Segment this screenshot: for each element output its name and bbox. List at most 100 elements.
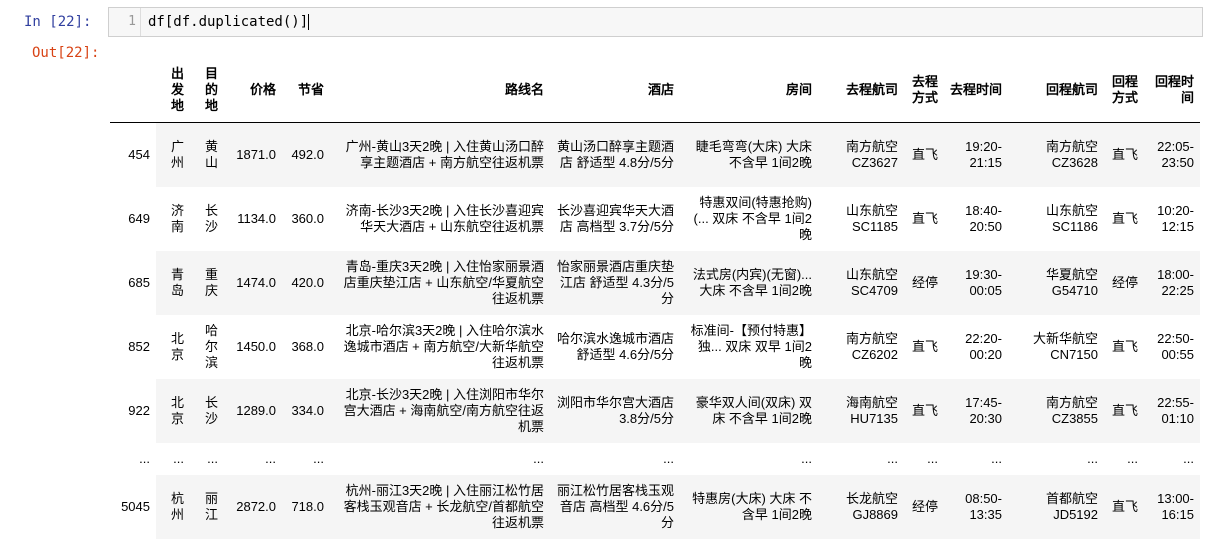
input-cell: In [22]: 1 df[df.duplicated()] (0, 0, 1205, 44)
cell-from: 济南 (156, 186, 190, 251)
cell-back-airline: 南方航空 CZ3628 (1008, 122, 1104, 187)
cell-back-mode: 经停 (1104, 250, 1144, 315)
cell-back-airline: ... (1008, 442, 1104, 475)
input-prompt: In [22]: (24, 14, 92, 30)
table-body: 454 广州 黄山 1871.0 492.0 广州-黄山3天2晚 | 入住黄山汤口醉享主题… (110, 122, 1200, 539)
cell-index: 852 (128, 339, 150, 354)
cell-go-airline: 海南航空 HU7135 (818, 378, 904, 443)
cell-go-airline: 山东航空 SC1185 (818, 186, 904, 251)
cell-back-time: 10:20-12:15 (1144, 186, 1200, 251)
cell-index: 649 (128, 211, 150, 226)
cell-from: 广州 (156, 122, 190, 187)
cell-back-mode: 直飞 (1104, 314, 1144, 379)
column-header: 去程方式 (904, 58, 944, 123)
column-header: 路线名 (330, 58, 550, 123)
cell-go-airline: 长龙航空 GJ8869 (818, 474, 904, 539)
cell-from: ... (156, 442, 190, 475)
output-prompt: Out[22]: (32, 45, 100, 61)
cell-go-airline: 南方航空 CZ3627 (818, 122, 904, 187)
cell-back-airline: 山东航空 SC1186 (1008, 186, 1104, 251)
cell-back-mode: 直飞 (1104, 122, 1144, 187)
cell-price: 1474.0 (224, 250, 282, 315)
cell-go-time: 22:20-00:20 (944, 314, 1008, 379)
column-header (110, 58, 156, 123)
cell-to: 长沙 (190, 186, 224, 251)
cell-save: 360.0 (282, 186, 330, 251)
cell-go-mode: 直飞 (904, 314, 944, 379)
cell-save: 420.0 (282, 250, 330, 315)
cell-from: 青岛 (156, 250, 190, 315)
cell-go-airline: ... (818, 442, 904, 475)
table-row: 852 北京 哈尔滨 1450.0 368.0 北京-哈尔滨3天2晚 | 入住哈尔滨水逸城… (110, 314, 1200, 379)
cell-back-airline: 首都航空 JD5192 (1008, 474, 1104, 539)
cell-room: 睫毛弯弯(大床) 大床 不含早 1间2晚 (680, 122, 818, 187)
cell-route: 济南-长沙3天2晚 | 入住长沙喜迎宾华天大酒店 + 山东航空往返机票 (330, 186, 550, 251)
cell-to: 长沙 (190, 378, 224, 443)
cell-price: 1134.0 (224, 186, 282, 251)
cell-hotel: ... (550, 442, 680, 475)
cell-go-time: 17:45-20:30 (944, 378, 1008, 443)
cell-hotel: 长沙喜迎宾华天大酒店 高档型 3.7分/5分 (550, 186, 680, 251)
code-text: df[df.duplicated()] (148, 14, 309, 30)
cell-room: ... (680, 442, 818, 475)
header-row: 出发地 目的地 价格 节省 路线名 酒店 房间 去程航司 去程方式 去程时间 回… (110, 58, 1200, 123)
column-header: 房间 (680, 58, 818, 123)
cell-to: 黄山 (190, 122, 224, 187)
cell-route: 杭州-丽江3天2晚 | 入住丽江松竹居客栈玉观音店 + 长龙航空/首都航空往返机… (330, 474, 550, 539)
cell-to: 哈尔滨 (190, 314, 224, 379)
code-editor[interactable]: 1 df[df.duplicated()] (108, 7, 1203, 37)
cell-hotel: 浏阳市华尔宫大酒店 3.8分/5分 (550, 378, 680, 443)
cell-hotel: 哈尔滨水逸城市酒店 舒适型 4.6分/5分 (550, 314, 680, 379)
cell-index: 454 (128, 147, 150, 163)
column-header: 节省 (282, 58, 330, 123)
column-header: 去程航司 (818, 58, 904, 123)
cell-go-time: 19:20-21:15 (944, 122, 1008, 187)
cell-index: 922 (128, 403, 150, 418)
cell-index: 5045 (121, 499, 150, 514)
text-cursor (308, 14, 310, 30)
cell-go-mode: 直飞 (904, 186, 944, 251)
code-line[interactable]: df[df.duplicated()] (148, 8, 310, 36)
cell-to: ... (190, 442, 224, 475)
cell-back-mode: 直飞 (1104, 474, 1144, 539)
table-row: 5045 杭州 丽江 2872.0 718.0 杭州-丽江3天2晚 | 入住丽江松竹居客栈… (110, 474, 1200, 539)
cell-route: 广州-黄山3天2晚 | 入住黄山汤口醉享主题酒店 + 南方航空往返机票 (330, 122, 550, 187)
cell-save: 368.0 (282, 314, 330, 379)
column-header: 回程方式 (1104, 58, 1144, 123)
cell-route: ... (330, 442, 550, 475)
cell-room: 豪华双人间(双床) 双床 不含早 1间2晚 (680, 378, 818, 443)
column-header: 回程航司 (1008, 58, 1104, 123)
cell-save: 718.0 (282, 474, 330, 539)
cell-back-airline: 南方航空 CZ3855 (1008, 378, 1104, 443)
cell-to: 丽江 (190, 474, 224, 539)
cell-back-time: ... (1144, 442, 1200, 475)
cell-go-mode: 经停 (904, 250, 944, 315)
cell-back-mode: 直飞 (1104, 378, 1144, 443)
cell-go-time: ... (944, 442, 1008, 475)
table-row: 649 济南 长沙 1134.0 360.0 济南-长沙3天2晚 | 入住长沙喜迎宾华天大… (110, 186, 1200, 251)
cell-route: 青岛-重庆3天2晚 | 入住怡家丽景酒店重庆垫江店 + 山东航空/华夏航空往返机… (330, 250, 550, 315)
cell-hotel: 丽江松竹居客栈玉观音店 高档型 4.6分/5分 (550, 474, 680, 539)
column-header: 目的地 (190, 58, 224, 123)
cell-from: 北京 (156, 378, 190, 443)
table-row: ........................................… (110, 442, 1200, 475)
cell-go-mode: ... (904, 442, 944, 475)
column-header: 去程时间 (944, 58, 1008, 123)
table-row: 922 北京 长沙 1289.0 334.0 北京-长沙3天2晚 | 入住浏阳市华尔宫大酒… (110, 378, 1200, 443)
column-header: 出发地 (156, 58, 190, 123)
cell-price: 2872.0 (224, 474, 282, 539)
cell-back-mode: ... (1104, 442, 1144, 475)
cell-room: 法式房(内宾)(无窗)... 大床 不含早 1间2晚 (680, 250, 818, 315)
cell-index: 685 (128, 275, 150, 290)
cell-route: 北京-长沙3天2晚 | 入住浏阳市华尔宫大酒店 + 海南航空/南方航空往返机票 (330, 378, 550, 443)
cell-price: 1450.0 (224, 314, 282, 379)
cell-back-airline: 华夏航空 G54710 (1008, 250, 1104, 315)
cell-back-mode: 直飞 (1104, 186, 1144, 251)
cell-back-time: 18:00-22:25 (1144, 250, 1200, 315)
cell-route: 北京-哈尔滨3天2晚 | 入住哈尔滨水逸城市酒店 + 南方航空/大新华航空往返机… (330, 314, 550, 379)
cell-go-airline: 山东航空 SC4709 (818, 250, 904, 315)
cell-go-mode: 直飞 (904, 378, 944, 443)
cell-price: 1871.0 (224, 122, 282, 187)
cell-go-time: 08:50-13:35 (944, 474, 1008, 539)
cell-save: 492.0 (282, 122, 330, 187)
